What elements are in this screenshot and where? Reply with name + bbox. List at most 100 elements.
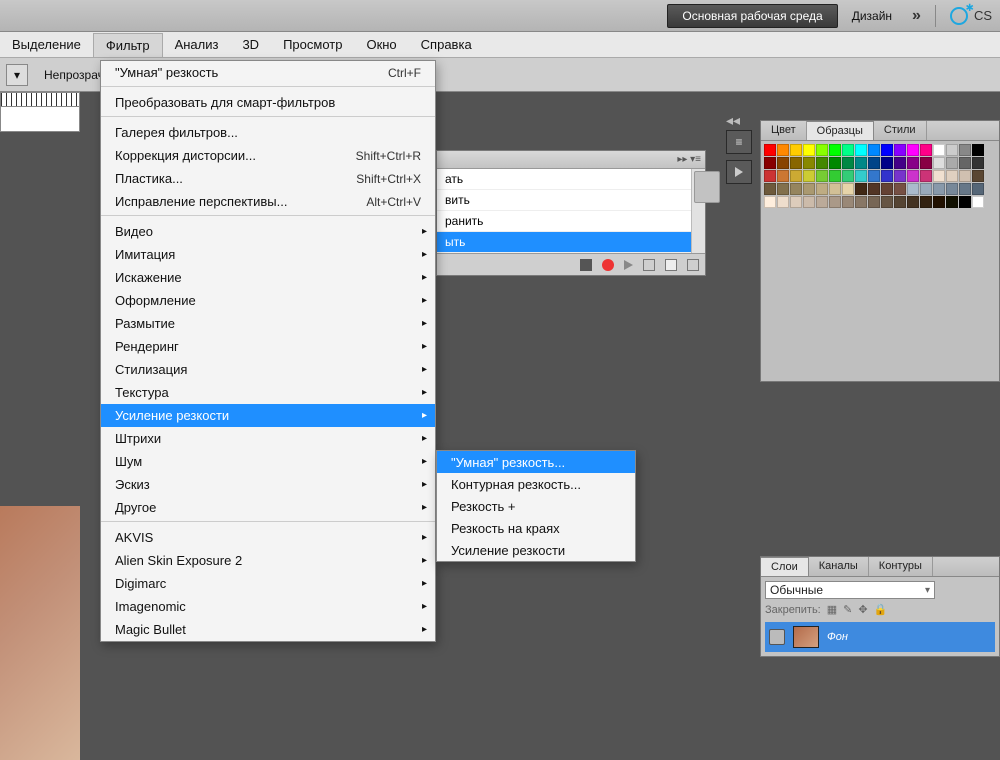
- action-item[interactable]: ыть: [437, 232, 705, 253]
- play-icon[interactable]: [624, 260, 633, 270]
- filter-sketch[interactable]: Эскиз: [101, 473, 435, 496]
- swatch[interactable]: [855, 144, 867, 156]
- swatch[interactable]: [829, 196, 841, 208]
- filter-alien-skin[interactable]: Alien Skin Exposure 2: [101, 549, 435, 572]
- swatch[interactable]: [764, 157, 776, 169]
- swatch[interactable]: [842, 183, 854, 195]
- filter-render-group[interactable]: Оформление: [101, 289, 435, 312]
- swatch[interactable]: [829, 183, 841, 195]
- filter-akvis[interactable]: AKVIS: [101, 526, 435, 549]
- swatch[interactable]: [881, 183, 893, 195]
- scrollbar[interactable]: [691, 169, 705, 253]
- swatch[interactable]: [816, 144, 828, 156]
- swatch[interactable]: [933, 196, 945, 208]
- swatch[interactable]: [816, 183, 828, 195]
- menu-analysis[interactable]: Анализ: [163, 33, 231, 56]
- panel-collapse-icon[interactable]: ▸▸ ▾≡: [677, 154, 701, 165]
- submenu-sharpen[interactable]: Усиление резкости: [437, 539, 635, 561]
- swatch[interactable]: [790, 170, 802, 182]
- swatch[interactable]: [855, 157, 867, 169]
- swatch[interactable]: [881, 144, 893, 156]
- swatch[interactable]: [907, 183, 919, 195]
- swatch[interactable]: [972, 183, 984, 195]
- filter-stylize[interactable]: Стилизация: [101, 358, 435, 381]
- cs-logo-icon[interactable]: [950, 7, 968, 25]
- filter-video[interactable]: Видео: [101, 220, 435, 243]
- filter-lens-correction[interactable]: Коррекция дисторсии...Shift+Ctrl+R: [101, 144, 435, 167]
- lock-brush-icon[interactable]: ✎: [843, 603, 852, 616]
- menu-window[interactable]: Окно: [354, 33, 408, 56]
- swatch[interactable]: [972, 157, 984, 169]
- swatch[interactable]: [764, 170, 776, 182]
- swatch[interactable]: [959, 183, 971, 195]
- swatch[interactable]: [855, 196, 867, 208]
- swatch[interactable]: [868, 183, 880, 195]
- lock-all-icon[interactable]: 🔒: [874, 603, 888, 616]
- collapse-dock-icon[interactable]: ◂◂: [726, 112, 740, 129]
- swatch[interactable]: [946, 196, 958, 208]
- swatch[interactable]: [894, 183, 906, 195]
- filter-noise[interactable]: Шум: [101, 450, 435, 473]
- swatch[interactable]: [959, 196, 971, 208]
- swatch[interactable]: [933, 170, 945, 182]
- filter-gallery[interactable]: Галерея фильтров...: [101, 121, 435, 144]
- swatch[interactable]: [868, 196, 880, 208]
- submenu-sharpen-plus[interactable]: Резкость +: [437, 495, 635, 517]
- menu-3d[interactable]: 3D: [230, 33, 271, 56]
- swatch[interactable]: [959, 170, 971, 182]
- filter-imagenomic[interactable]: Imagenomic: [101, 595, 435, 618]
- swatch[interactable]: [933, 144, 945, 156]
- swatch[interactable]: [894, 144, 906, 156]
- tool-preset-icon[interactable]: ▾: [6, 64, 28, 86]
- record-icon[interactable]: [602, 259, 614, 271]
- swatch[interactable]: [946, 183, 958, 195]
- filter-distort[interactable]: Искажение: [101, 266, 435, 289]
- swatch[interactable]: [907, 157, 919, 169]
- swatch[interactable]: [868, 144, 880, 156]
- swatch[interactable]: [868, 157, 880, 169]
- menu-selection[interactable]: Выделение: [0, 33, 93, 56]
- swatch[interactable]: [946, 144, 958, 156]
- swatch[interactable]: [842, 196, 854, 208]
- swatch[interactable]: [829, 144, 841, 156]
- tab-channels[interactable]: Каналы: [809, 557, 869, 576]
- action-item[interactable]: вить: [437, 190, 705, 211]
- dock-play-icon[interactable]: [726, 160, 752, 184]
- new-icon[interactable]: [665, 259, 677, 271]
- swatch[interactable]: [920, 183, 932, 195]
- swatch[interactable]: [777, 170, 789, 182]
- swatch[interactable]: [829, 157, 841, 169]
- swatch[interactable]: [816, 157, 828, 169]
- swatch[interactable]: [777, 157, 789, 169]
- swatch[interactable]: [764, 183, 776, 195]
- filter-last[interactable]: "Умная" резкостьCtrl+F: [101, 61, 435, 87]
- swatch[interactable]: [816, 170, 828, 182]
- submenu-sharpen-edges[interactable]: Резкость на краях: [437, 517, 635, 539]
- filter-digimarc[interactable]: Digimarc: [101, 572, 435, 595]
- swatch[interactable]: [946, 170, 958, 182]
- swatch[interactable]: [881, 170, 893, 182]
- swatch[interactable]: [881, 157, 893, 169]
- swatch[interactable]: [777, 196, 789, 208]
- swatch[interactable]: [803, 183, 815, 195]
- swatch[interactable]: [907, 170, 919, 182]
- swatch[interactable]: [842, 144, 854, 156]
- filter-strokes[interactable]: Штрихи: [101, 427, 435, 450]
- filter-artistic[interactable]: Имитация: [101, 243, 435, 266]
- swatch[interactable]: [764, 144, 776, 156]
- swatch[interactable]: [803, 196, 815, 208]
- filter-other[interactable]: Другое: [101, 496, 435, 522]
- workspace-button[interactable]: Основная рабочая среда: [667, 4, 837, 28]
- swatch[interactable]: [920, 170, 932, 182]
- filter-liquify[interactable]: Пластика...Shift+Ctrl+X: [101, 167, 435, 190]
- action-item[interactable]: ать: [437, 169, 705, 190]
- stop-icon[interactable]: [580, 259, 592, 271]
- lock-move-icon[interactable]: ✥: [858, 603, 867, 616]
- swatch[interactable]: [842, 170, 854, 182]
- swatch[interactable]: [972, 170, 984, 182]
- menu-help[interactable]: Справка: [409, 33, 484, 56]
- swatch[interactable]: [959, 144, 971, 156]
- swatch[interactable]: [907, 196, 919, 208]
- folder-icon[interactable]: [643, 259, 655, 271]
- lock-pixels-icon[interactable]: ▦: [827, 603, 837, 616]
